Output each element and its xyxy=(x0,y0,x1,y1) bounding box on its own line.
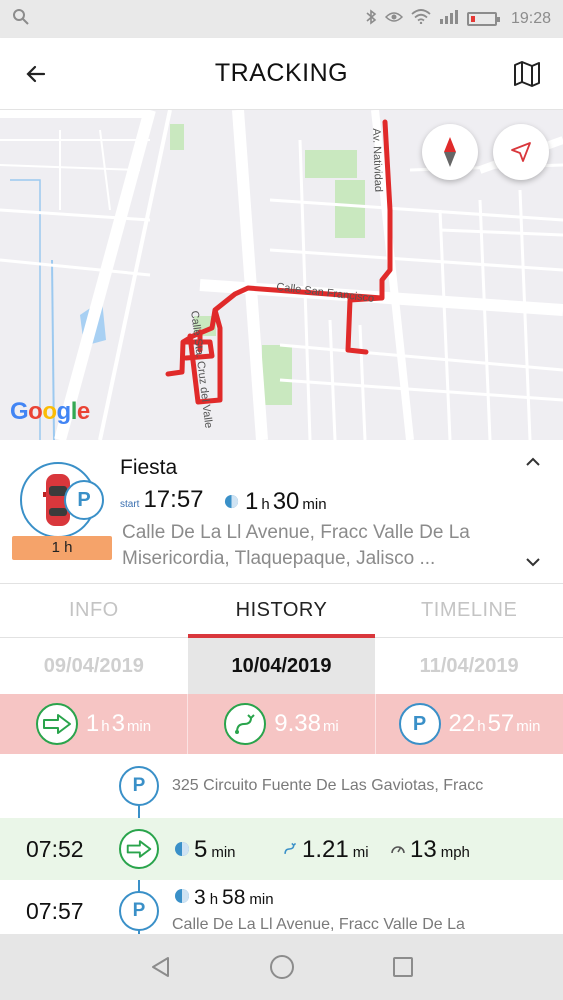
search-icon xyxy=(12,8,30,31)
chevron-up-icon xyxy=(526,457,540,466)
trip-distance: 1.21 mi xyxy=(282,836,369,864)
stop-address: Calle De La Ll Avenue, Fracc Valle De La xyxy=(172,916,465,933)
circle-home-icon xyxy=(269,955,294,979)
speedometer-icon xyxy=(391,846,405,854)
vehicle-card[interactable]: P 1 h Fiesta start 17:57 1 h 30 min Call… xyxy=(0,440,563,584)
wifi-icon xyxy=(411,9,431,29)
clock-icon xyxy=(224,494,239,509)
bluetooth-icon xyxy=(365,8,377,30)
street-label: Av. Natividad xyxy=(370,128,385,193)
stop-address: 325 Circuito Fuente De Las Gaviotas, Fra… xyxy=(172,777,484,794)
driving-arrow-icon xyxy=(119,829,159,869)
route-icon xyxy=(224,703,267,745)
trip-start-time: 07:52 xyxy=(26,836,84,862)
date-selected[interactable]: 10/04/2019 xyxy=(187,638,376,694)
map-icon xyxy=(514,61,540,87)
trip-speed: 13 mph xyxy=(390,836,470,864)
arrow-left-icon xyxy=(26,65,46,83)
history-timeline[interactable]: P 325 Circuito Fuente De Las Gaviotas, F… xyxy=(0,754,563,936)
timeline-row-parking[interactable]: 07:57 P 3 h 58 min Calle De La Ll Avenue… xyxy=(0,880,563,936)
tab-bar: INFO HISTORY TIMELINE xyxy=(0,584,563,638)
nav-home-button[interactable] xyxy=(267,952,297,982)
eye-icon xyxy=(384,10,404,28)
route-icon xyxy=(284,842,297,854)
navigation-arrow-icon xyxy=(511,142,531,162)
timeline-row-parking[interactable]: P 325 Circuito Fuente De Las Gaviotas, F… xyxy=(0,754,563,818)
summary-parked: P 22 h 57 min xyxy=(376,694,563,754)
my-location-button[interactable] xyxy=(493,124,549,180)
compass-icon xyxy=(444,137,456,167)
triangle-back-icon xyxy=(151,957,169,977)
tab-timeline[interactable]: TIMELINE xyxy=(375,584,563,637)
clock-icon xyxy=(175,889,189,903)
summary-driving: 1 h 3 min xyxy=(0,694,188,754)
vehicle-address: Calle De La Ll Avenue, Fracc Valle De La… xyxy=(122,522,470,569)
parking-icon: P xyxy=(119,766,159,806)
signal-icon xyxy=(439,9,459,29)
summary-distance: 9.38 mi xyxy=(188,694,376,754)
chevron-down-icon xyxy=(526,558,540,567)
page-title: TRACKING xyxy=(214,59,349,87)
nav-recents-button[interactable] xyxy=(388,952,418,982)
daily-summary: 1 h 3 min 9.38 mi P 22 h 57 min xyxy=(0,694,563,754)
back-button[interactable] xyxy=(18,56,54,92)
compass-button[interactable] xyxy=(422,124,478,180)
driving-arrow-icon xyxy=(35,703,78,745)
date-next[interactable]: 11/04/2019 xyxy=(375,638,563,694)
expand-button[interactable] xyxy=(521,550,545,574)
collapse-button[interactable] xyxy=(521,450,545,474)
parking-start-time: 07:57 xyxy=(26,898,84,924)
clock-icon xyxy=(175,842,189,856)
trip-duration: 5 min xyxy=(174,836,236,864)
google-logo: Google xyxy=(10,398,90,425)
map-view-button[interactable] xyxy=(509,56,545,92)
parking-icon: P xyxy=(119,891,159,931)
start-time-value: 17:57 xyxy=(143,486,204,513)
system-nav-bar xyxy=(0,934,563,1000)
start-time: start 17:57 xyxy=(120,486,204,514)
tab-info[interactable]: INFO xyxy=(0,584,188,637)
timeline-row-trip[interactable]: 07:52 5 min 1.21 mi 13 mph xyxy=(0,818,563,880)
clock: 19:28 xyxy=(510,10,551,27)
nav-back-button[interactable] xyxy=(146,952,176,982)
parking-icon: P xyxy=(398,703,441,745)
vehicle-name: Fiesta xyxy=(120,456,178,479)
parked-duration: 1 h 30 min xyxy=(224,488,327,516)
vehicle-avatar: P xyxy=(20,462,110,540)
parking-icon: P xyxy=(64,480,104,520)
app-bar: TRACKING xyxy=(0,38,563,110)
status-duration-badge: 1 h xyxy=(12,536,112,560)
map-view[interactable]: Calle San Francisco Calle Sta. Cruz del … xyxy=(0,110,563,440)
tab-history[interactable]: HISTORY xyxy=(187,584,376,638)
date-previous[interactable]: 09/04/2019 xyxy=(0,638,188,694)
parking-duration: 3 h 58 min xyxy=(174,886,274,910)
battery-icon xyxy=(466,12,500,26)
status-bar: 19:28 xyxy=(0,0,563,38)
start-label: start xyxy=(120,499,140,510)
square-recents-icon xyxy=(392,957,413,977)
date-selector: 09/04/2019 10/04/2019 11/04/2019 xyxy=(0,638,563,694)
